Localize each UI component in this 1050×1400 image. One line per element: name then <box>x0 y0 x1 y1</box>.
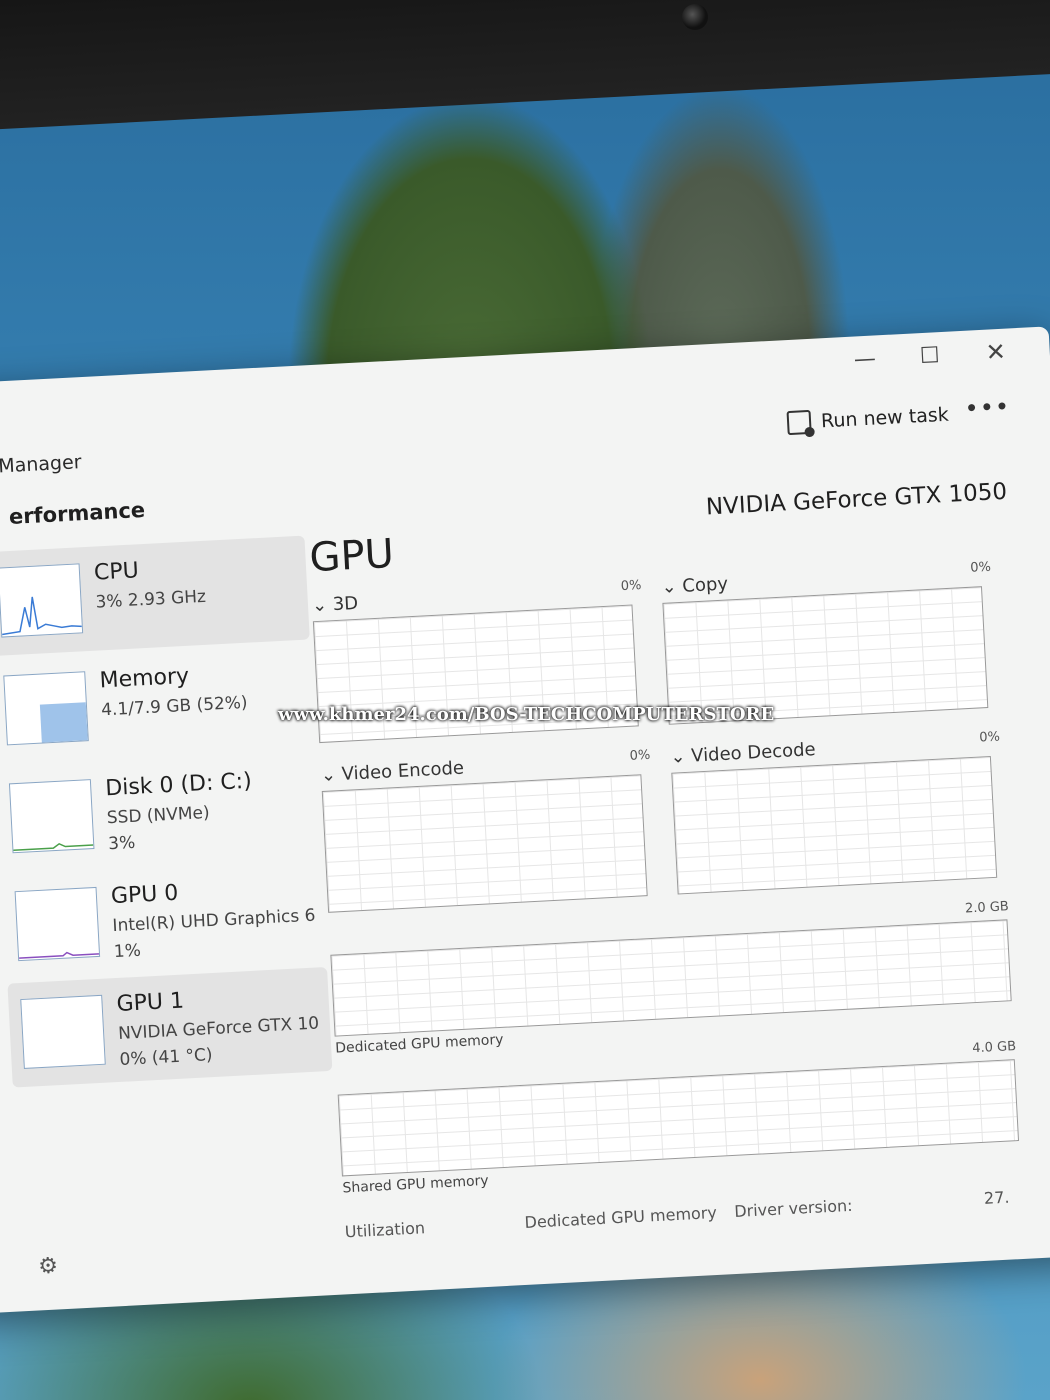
gpu-detail-panel: GPU NVIDIA GeForce GTX 1050 ⌄ 3D 0% ⌄ Co… <box>307 478 1044 1241</box>
run-new-task-button[interactable]: Run new task <box>786 400 949 438</box>
cpu-sparkline <box>2 596 82 636</box>
app-title: Manager <box>0 451 83 478</box>
settings-gear-icon[interactable]: ⚙ <box>38 1253 59 1279</box>
sidebar-item-detail: SSD (NVMe) <box>106 802 211 829</box>
graph-area <box>337 1059 1020 1177</box>
sidebar-item-gpu1[interactable]: GPU 1 NVIDIA GeForce GTX 10 0% (41 °C) <box>7 966 333 1088</box>
sidebar-item-cpu[interactable]: CPU 3% 2.93 GHz <box>0 535 310 657</box>
run-new-task-label: Run new task <box>820 403 950 433</box>
graph-area <box>330 919 1012 1037</box>
graph-area <box>321 774 648 913</box>
run-task-icon <box>786 409 812 436</box>
sidebar-item-detail: 4.1/7.9 GB (52%) <box>100 692 249 721</box>
sidebar-item-detail: 3% 2.93 GHz <box>95 586 207 613</box>
memory-label: Shared GPU memory <box>342 1172 490 1197</box>
more-options-button[interactable]: ••• <box>964 392 1011 422</box>
shared-gpu-memory-graph: 4.0 GB Shared GPU memory <box>337 1039 1023 1214</box>
sidebar-item-detail: NVIDIA GeForce GTX 10 <box>117 1013 320 1044</box>
gpu-model-name: NVIDIA GeForce GTX 1050 <box>705 478 1008 521</box>
task-manager-window: — ☐ ✕ Manager Run new task ••• erformanc… <box>0 326 1050 1315</box>
performance-sidebar: CPU 3% 2.93 GHz Memory 4.1/7.9 GB (52%) … <box>0 535 333 1092</box>
memory-fill <box>39 702 88 743</box>
memory-max: 4.0 GB <box>971 1039 1017 1057</box>
graph-label[interactable]: ⌄ Copy <box>661 573 728 597</box>
graph-percent: 0% <box>969 559 992 576</box>
sidebar-item-gpu0[interactable]: GPU 0 Intel(R) UHD Graphics 6 1% <box>2 859 327 980</box>
gpu0-sparkline <box>19 951 100 959</box>
maximize-button[interactable]: ☐ <box>909 338 951 374</box>
sidebar-item-name: GPU 1 <box>116 988 185 1018</box>
graph-percent: 0% <box>978 729 1001 746</box>
graph-area <box>671 755 998 895</box>
sidebar-item-name: Disk 0 (D: C:) <box>104 768 253 802</box>
graph-label[interactable]: ⌄ 3D <box>312 593 359 616</box>
memory-label: Dedicated GPU memory <box>334 1031 504 1057</box>
graph-percent: 0% <box>620 578 642 595</box>
gpu-heading: GPU <box>308 530 396 582</box>
webcam <box>682 4 708 30</box>
minimize-button[interactable]: — <box>844 341 886 377</box>
graph-video-decode: ⌄ Video Decode 0% <box>670 729 1007 896</box>
stat-utilization-label: Utilization <box>344 1218 426 1242</box>
sidebar-item-disk[interactable]: Disk 0 (D: C:) SSD (NVMe) 3% <box>0 751 321 872</box>
dedicated-gpu-memory-graph: 2.0 GB Dedicated GPU memory <box>329 899 1015 1064</box>
sidebar-item-usage: 0% (41 °C) <box>119 1045 214 1070</box>
watermark-text: www.khmer24.com/BOS-TECHCOMPUTERSTORE <box>278 704 775 725</box>
disk-thumbnail-graph <box>8 779 95 854</box>
sidebar-item-name: Memory <box>99 663 190 694</box>
stat-driver-version-label: Driver version: <box>733 1195 853 1221</box>
graph-label[interactable]: ⌄ Video Encode <box>320 758 464 786</box>
graph-percent: 0% <box>629 747 651 764</box>
sidebar-item-name: GPU 0 <box>110 880 179 910</box>
sidebar-item-usage: 3% <box>107 832 136 855</box>
gpu0-thumbnail-graph <box>14 886 101 962</box>
gpu1-thumbnail-graph <box>20 994 106 1069</box>
stat-dedicated-memory-label: Dedicated GPU memory <box>524 1202 718 1232</box>
page-title: erformance <box>8 497 146 529</box>
cpu-thumbnail-graph <box>0 563 84 638</box>
sidebar-item-usage: 1% <box>113 940 142 963</box>
disk-sparkline <box>13 842 94 851</box>
graph-copy: ⌄ Copy 0% <box>661 560 998 727</box>
stat-driver-version-value: 27. <box>983 1187 1010 1208</box>
graph-video-encode: ⌄ Video Encode 0% <box>320 748 657 915</box>
graph-label[interactable]: ⌄ Video Decode <box>670 739 816 768</box>
memory-max: 2.0 GB <box>964 899 1010 917</box>
memory-thumbnail-graph <box>3 671 89 746</box>
sidebar-item-memory[interactable]: Memory 4.1/7.9 GB (52%) <box>0 643 315 764</box>
sidebar-item-name: CPU <box>93 558 140 586</box>
sidebar-item-detail: Intel(R) UHD Graphics 6 <box>112 905 316 937</box>
close-button[interactable]: ✕ <box>975 334 1017 370</box>
